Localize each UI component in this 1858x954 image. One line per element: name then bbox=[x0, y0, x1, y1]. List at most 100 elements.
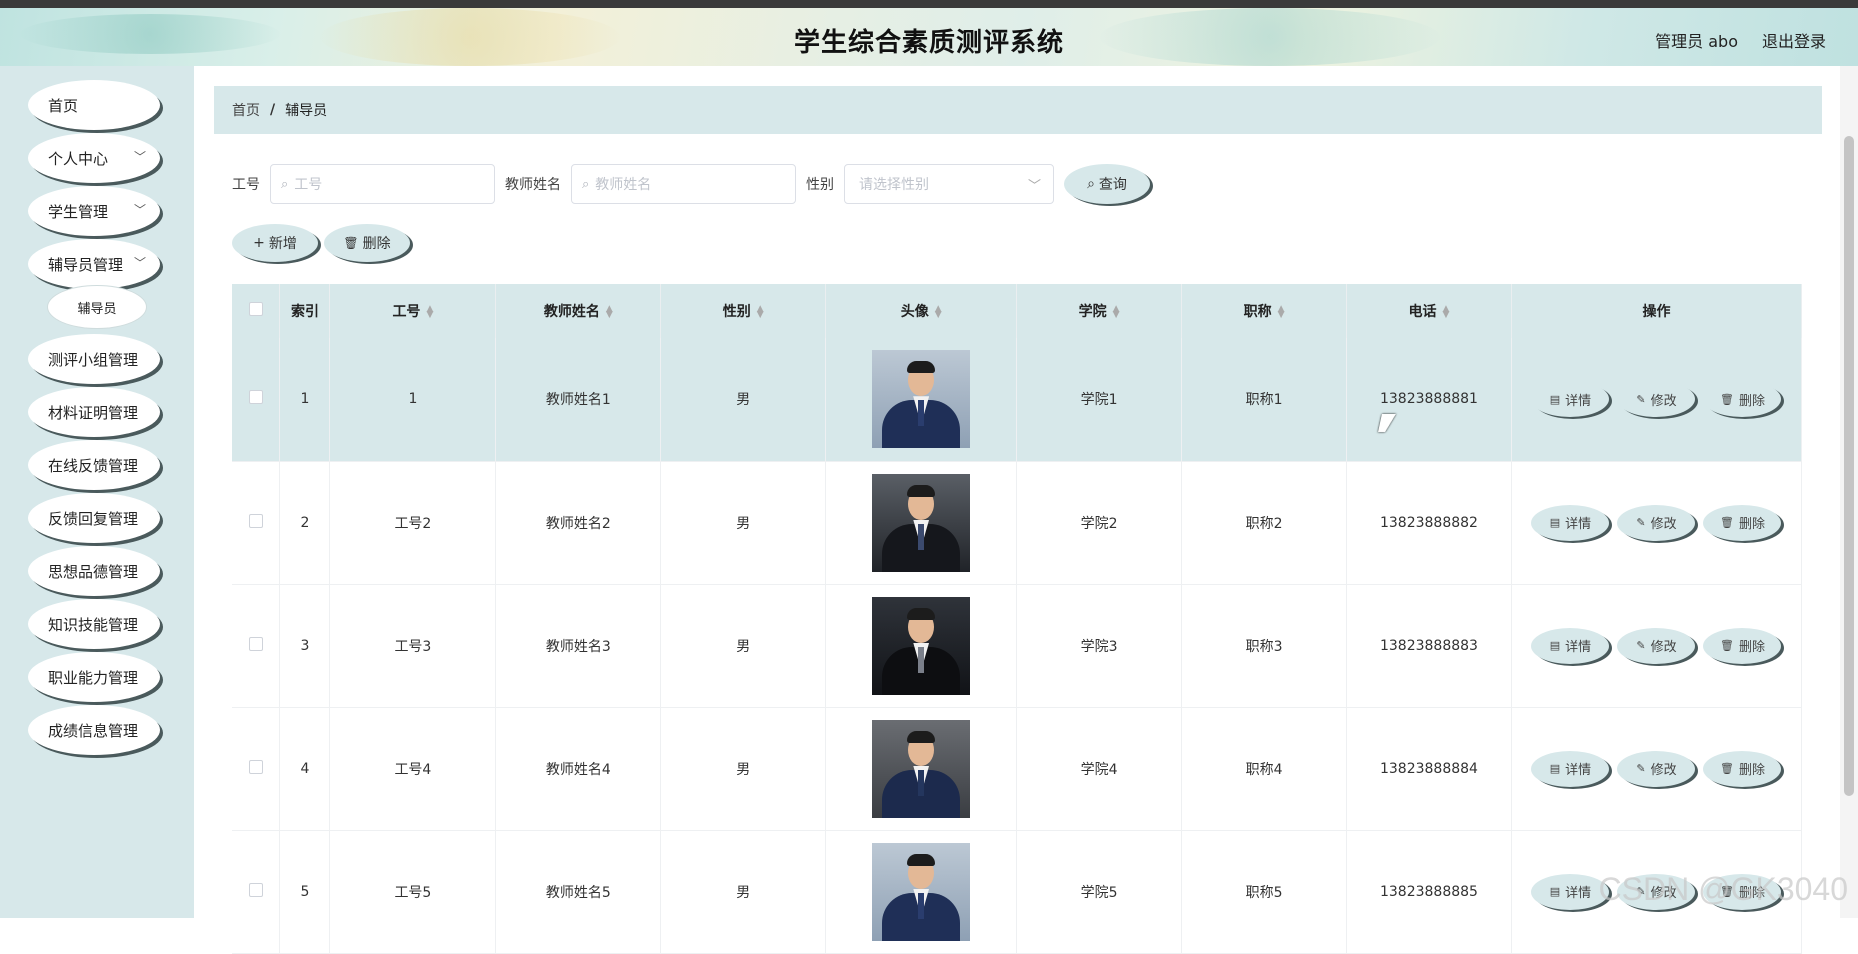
edit-button[interactable]: ✎修改 bbox=[1617, 628, 1695, 664]
avatar[interactable] bbox=[872, 720, 970, 818]
breadcrumb-home[interactable]: 首页 bbox=[232, 100, 260, 120]
header-teacher-name[interactable]: 教师姓名▲▼ bbox=[496, 284, 661, 338]
row-checkbox[interactable] bbox=[249, 637, 263, 651]
header-title[interactable]: 职称▲▼ bbox=[1182, 284, 1347, 338]
query-label: 查询 bbox=[1099, 174, 1127, 194]
delete-button[interactable]: 🗑删除 bbox=[1703, 628, 1781, 664]
cell-gonghao: 工号2 bbox=[330, 461, 496, 584]
vertical-scrollbar[interactable] bbox=[1840, 66, 1858, 918]
action-toolbar: +新增 🗑删除 bbox=[232, 224, 410, 262]
cell-phone: 13823888883 bbox=[1347, 584, 1512, 707]
sidebar-item-student-mgmt[interactable]: 学生管理﹀ bbox=[28, 186, 160, 236]
sidebar: 首页 个人中心﹀ 学生管理﹀ 辅导员管理﹀ 辅导员 测评小组管理 材料证明管理 … bbox=[0, 66, 194, 918]
current-user[interactable]: 管理员 abo bbox=[1655, 28, 1738, 52]
table-row[interactable]: 2 工号2 教师姓名2 男 学院2 职称2 13823888882 ▤详情 ✎修… bbox=[232, 461, 1802, 584]
sidebar-item-personal-center[interactable]: 个人中心﹀ bbox=[28, 133, 160, 183]
detail-button[interactable]: ▤详情 bbox=[1531, 628, 1609, 664]
gonghao-input[interactable]: ⌕工号 bbox=[270, 164, 495, 204]
table-row[interactable]: 5 工号5 教师姓名5 男 学院5 职称5 13823888885 ▤详情 ✎修… bbox=[232, 830, 1802, 953]
row-checkbox[interactable] bbox=[249, 883, 263, 897]
row-checkbox-cell[interactable] bbox=[232, 584, 280, 707]
row-checkbox[interactable] bbox=[249, 514, 263, 528]
edit-button[interactable]: ✎修改 bbox=[1617, 505, 1695, 541]
gender-placeholder: 请选择性别 bbox=[859, 174, 929, 194]
gender-select[interactable]: 请选择性别﹀ bbox=[844, 164, 1054, 204]
detail-button[interactable]: ▤详情 bbox=[1531, 505, 1609, 541]
header-phone[interactable]: 电话 ▲▼ bbox=[1347, 284, 1512, 338]
counselor-table: 索引 工号▲▼ 教师姓名▲▼ 性别▲▼ 头像▲▼ 学院▲▼ 职称▲▼ 电话▲▼ … bbox=[232, 284, 1802, 954]
logout-link[interactable]: 退出登录 bbox=[1762, 28, 1826, 52]
sidebar-item-feedback-reply[interactable]: 反馈回复管理 bbox=[28, 493, 160, 543]
avatar[interactable] bbox=[872, 350, 970, 448]
delete-button[interactable]: 🗑删除 bbox=[1703, 505, 1781, 541]
sort-icon[interactable]: ▲▼ bbox=[935, 306, 942, 318]
search-icon: ⌕ bbox=[1087, 176, 1095, 192]
sort-icon[interactable]: ▲▼ bbox=[606, 306, 613, 318]
cell-index: 1 bbox=[280, 338, 330, 461]
detail-button[interactable]: ▤详情 bbox=[1531, 381, 1609, 417]
cell-teacher-name: 教师姓名1 bbox=[496, 338, 661, 461]
detail-label: 详情 bbox=[1565, 636, 1591, 655]
row-checkbox-cell[interactable] bbox=[232, 338, 280, 461]
avatar[interactable] bbox=[872, 474, 970, 572]
delete-button[interactable]: 🗑删除 bbox=[1703, 751, 1781, 787]
sidebar-item-label: 辅导员管理 bbox=[48, 254, 123, 275]
avatar[interactable] bbox=[872, 843, 970, 941]
edit-button[interactable]: ✎修改 bbox=[1617, 381, 1695, 417]
header-gender[interactable]: 性别▲▼ bbox=[661, 284, 826, 338]
cell-phone: 13823888884 bbox=[1347, 707, 1512, 830]
sidebar-item-online-feedback[interactable]: 在线反馈管理 bbox=[28, 440, 160, 490]
batch-delete-button[interactable]: 🗑删除 bbox=[324, 224, 410, 262]
avatar[interactable] bbox=[872, 597, 970, 695]
add-button[interactable]: +新增 bbox=[232, 224, 318, 262]
sort-icon[interactable]: ▲▼ bbox=[1113, 306, 1120, 318]
gonghao-label: 工号 bbox=[232, 174, 260, 194]
scrollbar-thumb[interactable] bbox=[1844, 136, 1854, 796]
row-checkbox[interactable] bbox=[249, 390, 263, 404]
table-row[interactable]: 3 工号3 教师姓名3 男 学院3 职称3 13823888883 ▤详情 ✎修… bbox=[232, 584, 1802, 707]
detail-label: 详情 bbox=[1565, 759, 1591, 778]
header-label: 电话 bbox=[1409, 304, 1437, 320]
row-checkbox-cell[interactable] bbox=[232, 461, 280, 584]
sidebar-item-material-proof[interactable]: 材料证明管理 bbox=[28, 387, 160, 437]
sidebar-item-counselor-mgmt[interactable]: 辅导员管理﹀ bbox=[28, 239, 160, 289]
header-gonghao[interactable]: 工号 ▲▼ bbox=[330, 284, 496, 338]
pencil-icon: ✎ bbox=[1636, 639, 1645, 652]
cell-teacher-name: 教师姓名4 bbox=[496, 707, 661, 830]
sidebar-item-score-info[interactable]: 成绩信息管理 bbox=[28, 705, 160, 755]
sidebar-item-career-ability[interactable]: 职业能力管理 bbox=[28, 652, 160, 702]
cell-index: 4 bbox=[280, 707, 330, 830]
cell-gonghao: 工号5 bbox=[330, 830, 496, 953]
select-all-checkbox[interactable] bbox=[249, 302, 263, 316]
detail-label: 详情 bbox=[1565, 513, 1591, 532]
select-all-checkbox-cell[interactable] bbox=[232, 284, 280, 338]
edit-button[interactable]: ✎修改 bbox=[1617, 751, 1695, 787]
cell-teacher-name: 教师姓名3 bbox=[496, 584, 661, 707]
cell-avatar bbox=[826, 461, 1017, 584]
sort-icon[interactable]: ▲▼ bbox=[757, 306, 764, 318]
row-checkbox-cell[interactable] bbox=[232, 830, 280, 953]
sidebar-item-eval-group[interactable]: 测评小组管理 bbox=[28, 334, 160, 384]
header-label: 工号 bbox=[392, 304, 420, 320]
delete-label: 删除 bbox=[1739, 513, 1765, 532]
header-college[interactable]: 学院▲▼ bbox=[1017, 284, 1182, 338]
table-row[interactable]: 4 工号4 教师姓名4 男 学院4 职称4 13823888884 ▤详情 ✎修… bbox=[232, 707, 1802, 830]
table-row[interactable]: 1 1 教师姓名1 男 学院1 职称1 13823888881 ▤详情 ✎修改 … bbox=[232, 338, 1802, 461]
header-avatar[interactable]: 头像▲▼ bbox=[826, 284, 1017, 338]
sidebar-item-label: 测评小组管理 bbox=[48, 349, 138, 370]
sort-icon[interactable]: ▲▼ bbox=[1443, 306, 1450, 318]
teacher-name-input[interactable]: ⌕教师姓名 bbox=[571, 164, 796, 204]
query-button[interactable]: ⌕查询 bbox=[1064, 164, 1150, 204]
sidebar-item-home[interactable]: 首页 bbox=[28, 80, 160, 130]
sort-icon[interactable]: ▲▼ bbox=[1278, 306, 1285, 318]
sidebar-item-knowledge-skills[interactable]: 知识技能管理 bbox=[28, 599, 160, 649]
edit-label: 修改 bbox=[1651, 513, 1677, 532]
sidebar-subitem-counselor[interactable]: 辅导员 bbox=[48, 286, 146, 328]
sort-icon[interactable]: ▲▼ bbox=[426, 306, 433, 318]
detail-button[interactable]: ▤详情 bbox=[1531, 751, 1609, 787]
sidebar-item-morality[interactable]: 思想品德管理 bbox=[28, 546, 160, 596]
row-checkbox-cell[interactable] bbox=[232, 707, 280, 830]
row-checkbox[interactable] bbox=[249, 760, 263, 774]
sidebar-item-label: 思想品德管理 bbox=[48, 561, 138, 582]
delete-button[interactable]: 🗑删除 bbox=[1703, 381, 1781, 417]
